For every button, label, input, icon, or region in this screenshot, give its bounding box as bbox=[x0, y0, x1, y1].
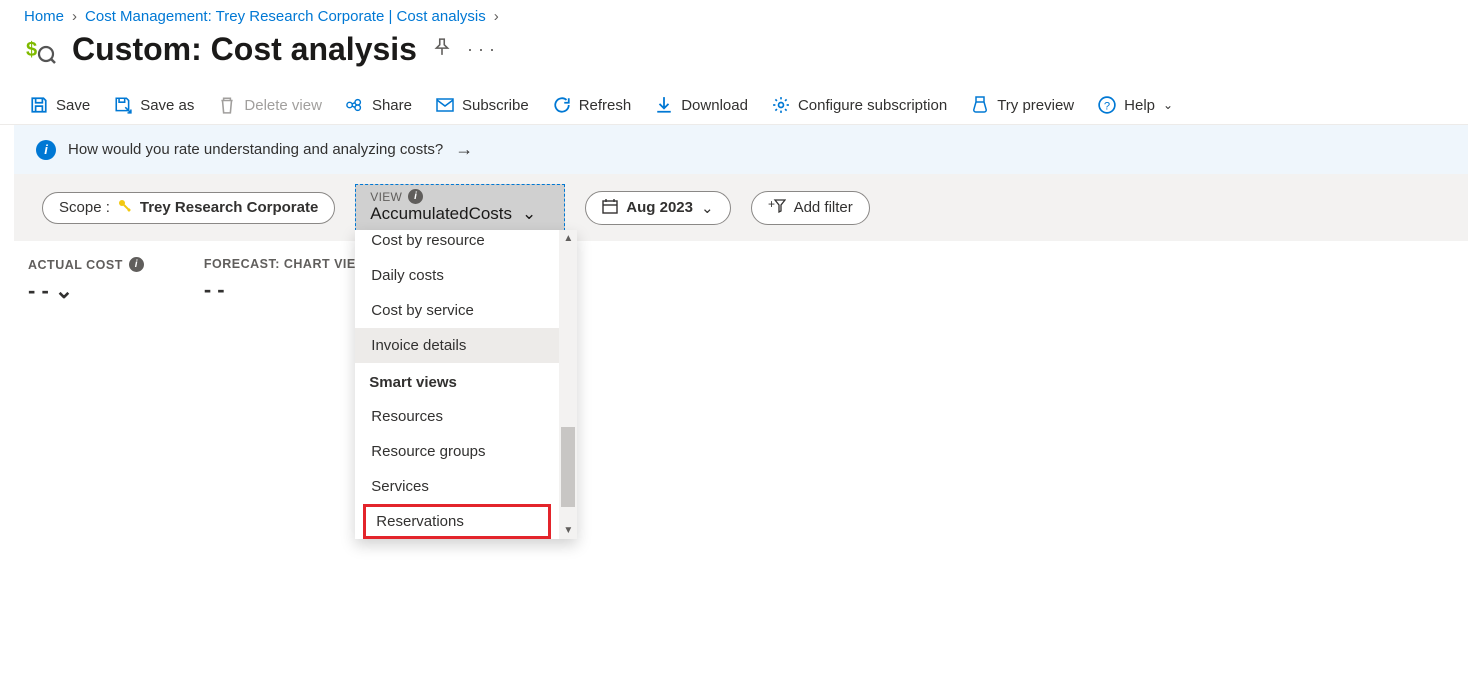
configure-label: Configure subscription bbox=[798, 97, 947, 114]
download-button[interactable]: Download bbox=[655, 96, 748, 114]
chevron-right-icon: › bbox=[72, 8, 77, 25]
info-icon: i bbox=[408, 189, 423, 204]
calendar-icon bbox=[602, 198, 618, 218]
stats-row: ACTUAL COST i - - ⌄ FORECAST: CHART VIEW… bbox=[0, 241, 1468, 320]
preview-button[interactable]: Try preview bbox=[971, 96, 1074, 114]
stat-actual-cost: ACTUAL COST i - - ⌄ bbox=[28, 257, 144, 304]
saveas-button[interactable]: Save as bbox=[114, 96, 194, 114]
chevron-down-icon: ⌄ bbox=[701, 199, 714, 217]
command-bar: Save Save as Delete view Share Subscribe… bbox=[0, 88, 1468, 125]
breadcrumb: Home › Cost Management: Trey Research Co… bbox=[0, 0, 1468, 29]
info-icon: i bbox=[129, 257, 144, 272]
add-filter-button[interactable]: + Add filter bbox=[751, 191, 870, 225]
cost-analysis-icon: $ bbox=[24, 34, 56, 66]
scope-value: Trey Research Corporate bbox=[140, 199, 318, 216]
view-label: VIEW bbox=[370, 190, 402, 204]
delete-button: Delete view bbox=[218, 96, 322, 114]
filter-bar: Scope : Trey Research Corporate VIEW i A… bbox=[14, 174, 1468, 241]
scope-label: Scope : bbox=[59, 199, 110, 216]
svg-text:+: + bbox=[768, 198, 775, 211]
delete-label: Delete view bbox=[244, 97, 322, 114]
refresh-label: Refresh bbox=[579, 97, 632, 114]
view-dropdown-menu: Cost by resource Daily costs Cost by ser… bbox=[355, 230, 577, 539]
breadcrumb-cost-management[interactable]: Cost Management: Trey Research Corporate… bbox=[85, 8, 486, 25]
help-button[interactable]: ? Help ⌄ bbox=[1098, 96, 1173, 114]
view-option-resources[interactable]: Resources bbox=[355, 399, 559, 434]
help-label: Help bbox=[1124, 97, 1155, 114]
view-option-services[interactable]: Services bbox=[355, 469, 559, 504]
feedback-text: How would you rate understanding and ana… bbox=[68, 141, 443, 158]
key-icon bbox=[118, 199, 132, 217]
view-option-cost-by-service[interactable]: Cost by service bbox=[355, 293, 559, 328]
view-option-daily-costs[interactable]: Daily costs bbox=[355, 258, 559, 293]
scroll-up-icon[interactable]: ▲ bbox=[563, 233, 573, 244]
save-label: Save bbox=[56, 97, 90, 114]
stat-forecast: FORECAST: CHART VIEW - - bbox=[204, 257, 368, 304]
actual-cost-value: - - bbox=[28, 278, 49, 304]
view-option-invoice-details[interactable]: Invoice details bbox=[355, 328, 559, 363]
info-icon: i bbox=[36, 140, 56, 160]
save-button[interactable]: Save bbox=[30, 96, 90, 114]
share-label: Share bbox=[372, 97, 412, 114]
pin-icon[interactable] bbox=[433, 38, 451, 61]
add-filter-label: Add filter bbox=[794, 199, 853, 216]
svg-text:$: $ bbox=[26, 39, 37, 61]
title-row: $ Custom: Cost analysis · · · bbox=[0, 29, 1468, 88]
subscribe-button[interactable]: Subscribe bbox=[436, 96, 529, 114]
chevron-down-icon[interactable]: ⌄ bbox=[55, 278, 73, 304]
date-pill[interactable]: Aug 2023 ⌄ bbox=[585, 191, 730, 225]
scroll-down-icon[interactable]: ▼ bbox=[563, 525, 573, 536]
svg-text:?: ? bbox=[1104, 101, 1110, 113]
view-section-smart-views: Smart views bbox=[355, 363, 559, 399]
share-button[interactable]: Share bbox=[346, 96, 412, 114]
scroll-thumb[interactable] bbox=[561, 427, 575, 507]
chevron-down-icon: ⌄ bbox=[1163, 98, 1173, 112]
refresh-button[interactable]: Refresh bbox=[553, 96, 632, 114]
date-value: Aug 2023 bbox=[626, 199, 693, 216]
more-icon[interactable]: · · · bbox=[467, 39, 495, 60]
scope-pill[interactable]: Scope : Trey Research Corporate bbox=[42, 192, 335, 224]
forecast-value: - - bbox=[204, 277, 225, 303]
chevron-down-icon: ⌄ bbox=[522, 204, 536, 224]
view-dropdown[interactable]: VIEW i AccumulatedCosts ⌄ Cost by resour… bbox=[355, 184, 565, 231]
view-value: AccumulatedCosts bbox=[370, 204, 512, 224]
download-label: Download bbox=[681, 97, 748, 114]
forecast-label: FORECAST: CHART VIEW bbox=[204, 257, 368, 271]
view-option-cost-by-resource[interactable]: Cost by resource bbox=[355, 230, 559, 258]
feedback-bar: i How would you rate understanding and a… bbox=[14, 125, 1468, 174]
view-option-reservations[interactable]: Reservations bbox=[363, 504, 551, 539]
actual-cost-label: ACTUAL COST bbox=[28, 258, 123, 272]
page-title: Custom: Cost analysis bbox=[72, 31, 417, 68]
dropdown-scrollbar[interactable]: ▲ ▼ bbox=[559, 230, 577, 539]
preview-label: Try preview bbox=[997, 97, 1074, 114]
breadcrumb-home[interactable]: Home bbox=[24, 8, 64, 25]
saveas-label: Save as bbox=[140, 97, 194, 114]
subscribe-label: Subscribe bbox=[462, 97, 529, 114]
configure-button[interactable]: Configure subscription bbox=[772, 96, 947, 114]
view-option-resource-groups[interactable]: Resource groups bbox=[355, 434, 559, 469]
chevron-right-icon: › bbox=[494, 8, 499, 25]
filter-icon: + bbox=[768, 198, 786, 218]
arrow-right-icon[interactable]: → bbox=[455, 139, 473, 160]
